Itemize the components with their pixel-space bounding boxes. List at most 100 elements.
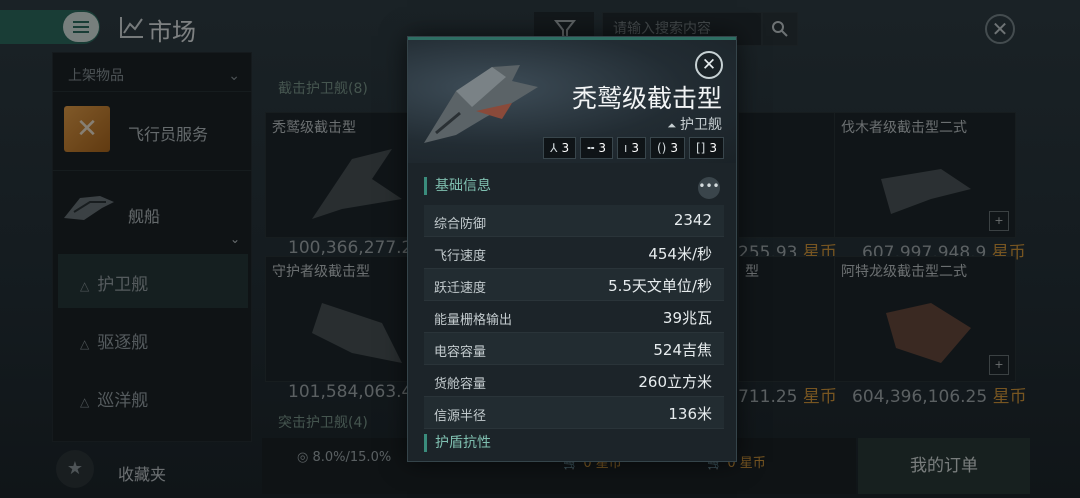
price-currency: 星币 bbox=[992, 387, 1027, 407]
add-icon[interactable]: + bbox=[989, 211, 1009, 231]
sidebar-subitem-frigate[interactable]: △ 护卫舰 bbox=[80, 270, 148, 295]
close-icon[interactable]: ✕ bbox=[695, 51, 723, 79]
sidebar-subitem-label: 护卫舰 bbox=[97, 275, 149, 295]
ship-image bbox=[881, 169, 971, 214]
ship-class: ⏶ 护卫舰 bbox=[667, 114, 722, 134]
accent-bar bbox=[408, 37, 736, 40]
stat-label: 货舱容量 bbox=[434, 377, 487, 392]
my-orders-button[interactable]: 我的订单 bbox=[858, 438, 1030, 494]
ship-card[interactable]: 阿特龙级截击型二式 + bbox=[834, 256, 1016, 382]
slot-summary: ⅄ 3 ╍ 3 ı3 () 3 [] 3 bbox=[543, 137, 724, 159]
slot-count: 3 bbox=[561, 141, 570, 155]
stat-value: 39兆瓦 bbox=[662, 309, 712, 327]
ship-name: 秃鹫级截击型 bbox=[571, 84, 722, 113]
stat-row: 货舱容量 260立方米 bbox=[424, 365, 724, 397]
section-header: 突击护卫舰(4) bbox=[278, 415, 368, 431]
high-slot-icon: ⅄ bbox=[550, 141, 558, 155]
drone-slot-icon: [] bbox=[695, 141, 706, 155]
close-market-button[interactable]: ✕ bbox=[985, 14, 1015, 44]
ship-image bbox=[886, 303, 971, 363]
mid-slot-icon: ╍ bbox=[587, 141, 595, 155]
triangle-icon: △ bbox=[80, 279, 90, 293]
card-title: 秃鹫级截击型 bbox=[272, 120, 356, 136]
stat-label: 跃迁速度 bbox=[434, 281, 487, 296]
stat-value: 260立方米 bbox=[638, 373, 712, 391]
stat-label: 能量栅格输出 bbox=[434, 313, 513, 328]
price-value: 711.25 bbox=[738, 387, 798, 407]
triangle-icon: ⏶ bbox=[667, 119, 676, 132]
sidebar-section-header[interactable]: 上架物品 ⌄ bbox=[52, 60, 252, 92]
favorites-label[interactable]: 收藏夹 bbox=[118, 461, 166, 485]
sidebar-subitem-label: 巡洋舰 bbox=[97, 391, 149, 411]
stat-label: 飞行速度 bbox=[434, 249, 487, 264]
add-icon[interactable]: + bbox=[989, 355, 1009, 375]
drone-slot: [] 3 bbox=[688, 137, 724, 159]
high-slot: ⅄ 3 bbox=[543, 137, 577, 159]
ship-card[interactable]: 伐木者级截击型二式 + bbox=[834, 112, 1016, 238]
card-title: 型 bbox=[745, 264, 759, 280]
ship-info-modal: ✕ 秃鹫级截击型 ⏶ 护卫舰 ⅄ 3 ╍ 3 ı3 () 3 [] 3 基础信息 ••• … bbox=[407, 36, 737, 462]
page-title: 市场 bbox=[148, 18, 196, 46]
ship-image bbox=[424, 65, 538, 143]
ship-class-label: 护卫舰 bbox=[680, 117, 722, 133]
slot-count: 3 bbox=[709, 141, 717, 155]
sidebar-subitem-destroyer[interactable]: △ 驱逐舰 bbox=[80, 328, 148, 353]
crew-service-icon: ✕ bbox=[64, 106, 110, 152]
card-price: 101,584,063.41 bbox=[288, 382, 423, 402]
sidebar-item-label: 舰船 bbox=[128, 207, 161, 226]
card-price: 100,366,277.23 bbox=[288, 238, 423, 258]
stat-value: 2342 bbox=[673, 211, 712, 229]
price-value: 101,584,063.41 bbox=[288, 382, 424, 402]
sell-total-currency: 星币 bbox=[739, 456, 766, 471]
card-title: 阿特龙级截击型二式 bbox=[841, 264, 967, 280]
ship-image bbox=[312, 149, 402, 219]
stat-row: 综合防御 2342 bbox=[424, 205, 724, 237]
ship-icon bbox=[64, 196, 114, 220]
slot-count: 3 bbox=[631, 141, 639, 155]
slot-count: 3 bbox=[670, 141, 678, 155]
market-chart-icon bbox=[120, 17, 143, 38]
chevron-down-icon: ⌄ bbox=[230, 232, 241, 246]
card-title: 守护者级截击型 bbox=[272, 264, 370, 280]
shield-resist-section-title[interactable]: 护盾抗性 bbox=[424, 434, 491, 452]
search-button[interactable] bbox=[762, 12, 798, 46]
chart-icon: ◎ bbox=[297, 450, 313, 465]
tax-rate: ◎ 8.0%/15.0% bbox=[297, 450, 391, 465]
stat-label: 电容容量 bbox=[434, 345, 487, 360]
chevron-down-icon: ⌄ bbox=[228, 68, 240, 84]
more-icon[interactable]: ••• bbox=[698, 177, 720, 199]
rig-slot: () 3 bbox=[649, 137, 685, 159]
stat-value: 524吉焦 bbox=[653, 341, 712, 359]
stat-value: 136米 bbox=[668, 405, 712, 423]
sidebar-subitem-cruiser[interactable]: △ 巡洋舰 bbox=[80, 386, 148, 411]
triangle-icon: △ bbox=[80, 337, 90, 351]
hamburger-icon[interactable] bbox=[63, 12, 99, 42]
low-slot: ı3 bbox=[616, 137, 646, 159]
star-icon[interactable]: ★ bbox=[56, 450, 94, 488]
card-price: 604,396,106.25 星币 bbox=[852, 382, 1027, 407]
stat-row: 电容容量 524吉焦 bbox=[424, 333, 724, 365]
stat-value: 454米/秒 bbox=[648, 245, 712, 263]
search-icon bbox=[772, 21, 788, 37]
ship-image bbox=[312, 303, 402, 363]
rig-slot-icon: () bbox=[656, 141, 667, 155]
stat-row: 信源半径 136米 bbox=[424, 397, 724, 429]
sidebar-item-label: 飞行员服务 bbox=[128, 125, 209, 144]
stats-table: 综合防御 2342 飞行速度 454米/秒 跃迁速度 5.5天文单位/秒 能量栅格输出… bbox=[424, 205, 724, 429]
slot-count: 3 bbox=[598, 141, 606, 155]
card-title: 伐木者级截击型二式 bbox=[841, 120, 967, 136]
tax-value: 8.0%/15.0% bbox=[312, 450, 392, 465]
card-price: 711.25 星币 bbox=[738, 382, 837, 407]
sidebar-section-label: 上架物品 bbox=[68, 68, 124, 84]
price-currency: 星币 bbox=[802, 387, 837, 407]
mid-slot: ╍ 3 bbox=[580, 137, 613, 159]
stat-label: 综合防御 bbox=[434, 217, 487, 232]
stat-value: 5.5天文单位/秒 bbox=[608, 277, 712, 295]
stat-row: 能量栅格输出 39兆瓦 bbox=[424, 301, 724, 333]
triangle-icon: △ bbox=[80, 395, 90, 409]
sidebar-subitem-label: 驱逐舰 bbox=[97, 333, 149, 353]
stat-label: 信源半径 bbox=[434, 409, 487, 424]
stat-row: 飞行速度 454米/秒 bbox=[424, 237, 724, 269]
low-slot-icon: ı bbox=[623, 141, 628, 155]
basic-info-section-title: 基础信息 bbox=[424, 177, 491, 195]
